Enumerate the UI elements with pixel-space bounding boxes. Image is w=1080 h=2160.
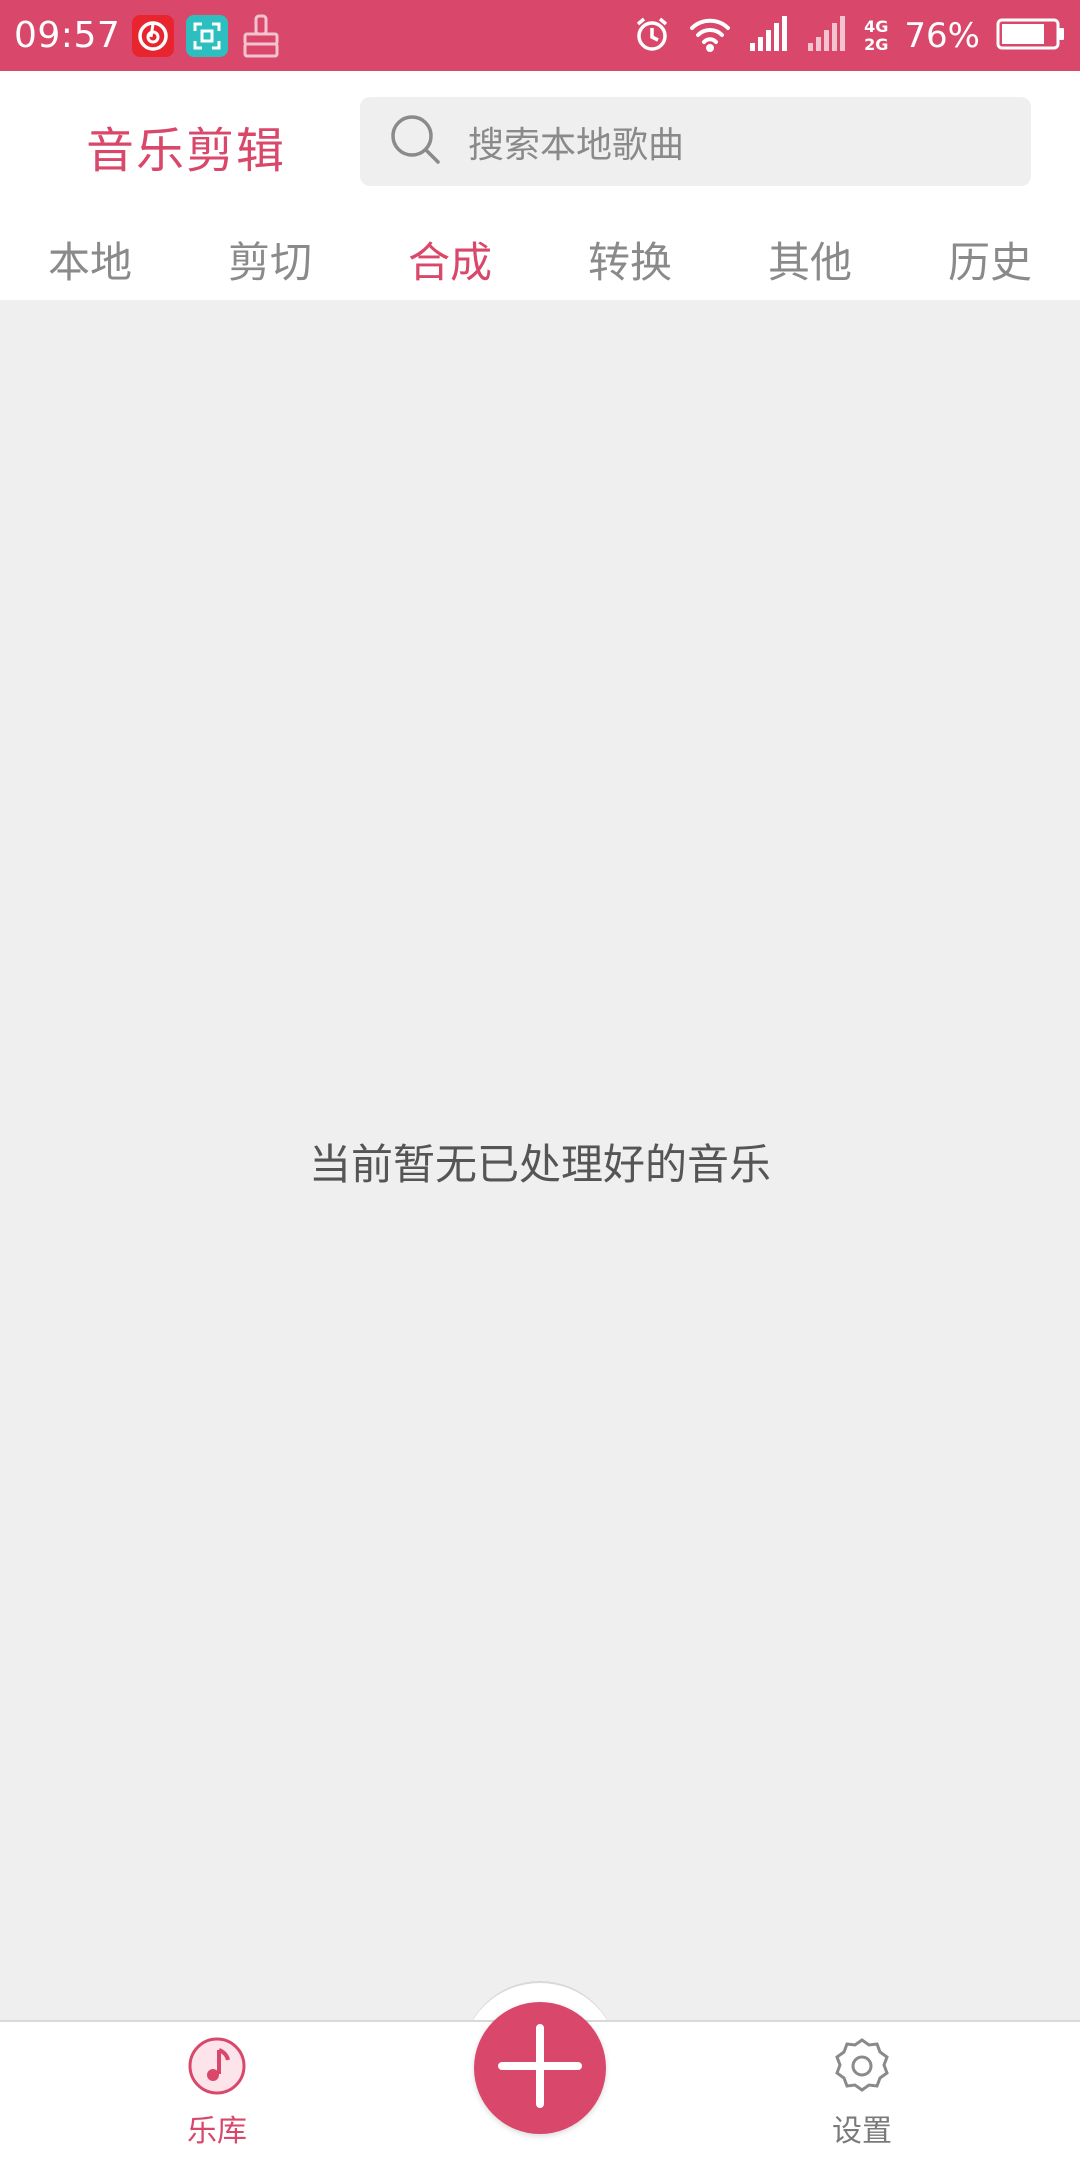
netease-music-icon <box>132 14 175 57</box>
app-title: 音乐剪辑 <box>86 123 287 179</box>
nav-settings[interactable]: 设置 <box>792 2036 932 2150</box>
cleaner-icon <box>240 14 282 57</box>
search-input[interactable]: 搜索本地歌曲 <box>360 97 1031 186</box>
app-header: 音乐剪辑 搜索本地歌曲 本地 剪切 合成 转换 其他 历史 <box>0 71 1080 300</box>
status-notification-icons <box>132 14 282 57</box>
tab-history[interactable]: 历史 <box>900 219 1080 300</box>
nav-settings-label: 设置 <box>832 2114 892 2149</box>
plus-icon <box>496 2022 584 2114</box>
tab-bar: 本地 剪切 合成 转换 其他 历史 <box>0 219 1080 300</box>
music-note-icon <box>187 2036 247 2100</box>
wifi-icon <box>688 16 732 56</box>
search-placeholder: 搜索本地歌曲 <box>468 124 685 166</box>
battery-icon <box>996 17 1066 55</box>
network-type-2g: 2G <box>864 34 889 54</box>
empty-state-message: 当前暂无已处理好的音乐 <box>308 1140 771 1189</box>
tab-convert[interactable]: 转换 <box>540 219 720 300</box>
tab-local[interactable]: 本地 <box>0 219 180 300</box>
nav-library-label: 乐库 <box>187 2114 247 2149</box>
tab-cut[interactable]: 剪切 <box>180 219 360 300</box>
alarm-icon <box>632 14 672 58</box>
signal-2-icon <box>806 15 848 57</box>
status-time: 09:57 <box>14 15 121 56</box>
gear-icon <box>832 2036 892 2100</box>
scanner-icon <box>186 14 229 57</box>
search-icon <box>388 112 444 172</box>
add-button[interactable] <box>474 2002 606 2134</box>
signal-icon <box>748 15 790 57</box>
battery-percent: 76% <box>904 15 980 56</box>
network-type: 4G 2G <box>864 16 889 54</box>
main-content: 当前暂无已处理好的音乐 <box>0 300 1080 2020</box>
status-right-group: 4G 2G 76% <box>632 14 1066 58</box>
nav-library[interactable]: 乐库 <box>147 2036 287 2150</box>
status-bar: 09:57 4G 2G 76% <box>0 0 1080 71</box>
network-type-4g: 4G <box>864 16 889 36</box>
tab-other[interactable]: 其他 <box>720 219 900 300</box>
tab-merge[interactable]: 合成 <box>360 219 540 300</box>
